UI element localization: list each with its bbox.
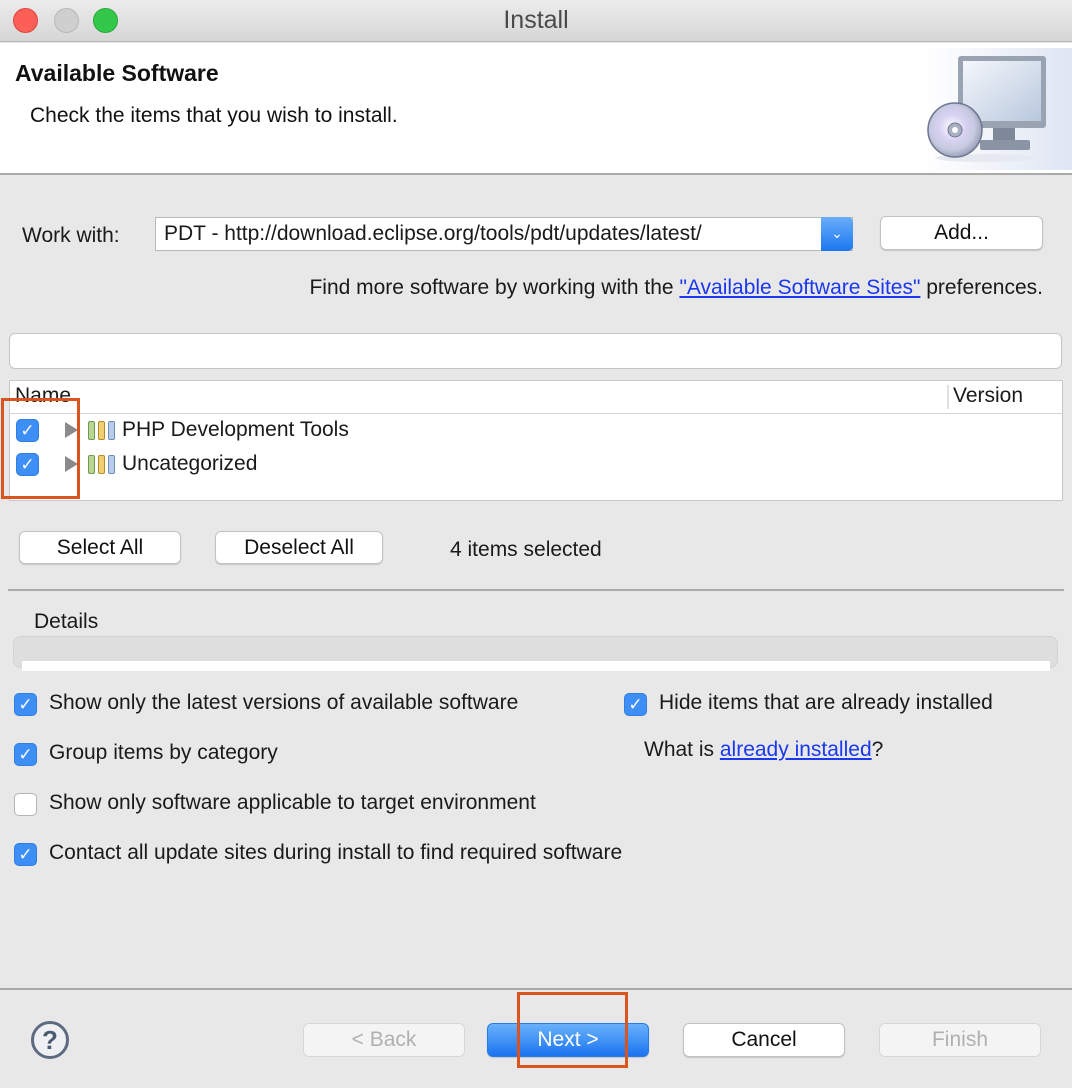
tree-row[interactable]: ✓ Uncategorized <box>10 448 1062 482</box>
expand-arrow-icon[interactable] <box>65 422 78 438</box>
details-label: Details <box>34 610 99 633</box>
window-title: Install <box>503 6 569 34</box>
option-label[interactable]: Show only software applicable to target … <box>49 791 536 815</box>
work-with-dropdown-button[interactable]: ⌄ <box>821 217 853 251</box>
select-all-button[interactable]: Select All <box>19 531 181 564</box>
find-more-prefix: Find more software by working with the <box>309 276 680 299</box>
chevron-down-icon: ⌄ <box>831 225 843 241</box>
page-title: Available Software <box>15 60 219 86</box>
selected-count: 4 items selected <box>450 538 602 561</box>
category-icon <box>88 455 118 475</box>
deselect-all-button[interactable]: Deselect All <box>215 531 383 564</box>
title-bar: Install <box>0 0 1072 42</box>
work-with-label: Work with: <box>22 224 120 247</box>
tree-row[interactable]: ✓ PHP Development Tools <box>10 414 1062 448</box>
expand-arrow-icon[interactable] <box>65 456 78 472</box>
checkmark-icon: ✓ <box>18 845 33 864</box>
details-content <box>22 661 1050 671</box>
row-name: Uncategorized <box>122 452 258 475</box>
checkmark-icon: ✓ <box>628 695 643 714</box>
checkmark-icon: ✓ <box>20 421 35 440</box>
checkbox[interactable]: ✓ <box>14 693 37 716</box>
page-description: Check the items that you wish to install… <box>30 104 398 127</box>
option-label[interactable]: Contact all update sites during install … <box>49 841 622 865</box>
category-icon <box>88 421 118 441</box>
cancel-button[interactable]: Cancel <box>683 1023 845 1057</box>
already-installed-link[interactable]: already installed <box>720 738 872 761</box>
find-more-suffix: preferences. <box>920 276 1043 299</box>
add-site-button[interactable]: Add... <box>880 216 1043 250</box>
what-is-installed-text: What is already installed? <box>644 738 883 762</box>
help-icon[interactable]: ? <box>31 1021 69 1059</box>
what-is-suffix: ? <box>871 738 884 761</box>
row-checkbox[interactable]: ✓ <box>16 453 39 476</box>
install-computer-cd-icon <box>925 48 1072 170</box>
checkbox[interactable] <box>14 793 37 816</box>
divider <box>8 589 1064 591</box>
work-with-value[interactable]: PDT - http://download.eclipse.org/tools/… <box>164 222 702 246</box>
row-name: PHP Development Tools <box>122 418 349 441</box>
available-software-sites-link[interactable]: "Available Software Sites" <box>679 276 920 299</box>
back-button[interactable]: < Back <box>303 1023 465 1057</box>
tree-header: Name Version <box>10 381 1062 414</box>
what-is-prefix: What is <box>644 738 720 761</box>
checkbox[interactable]: ✓ <box>14 743 37 766</box>
option-label[interactable]: Group items by category <box>49 741 278 765</box>
row-checkbox[interactable]: ✓ <box>16 419 39 442</box>
find-more-text: Find more software by working with the "… <box>309 276 1043 300</box>
work-with-combobox[interactable]: PDT - http://download.eclipse.org/tools/… <box>155 217 853 251</box>
filter-input[interactable] <box>9 333 1062 369</box>
next-button[interactable]: Next > <box>487 1023 649 1057</box>
checkmark-icon: ✓ <box>18 695 33 714</box>
software-tree: Name Version ✓ PHP Development Tools ✓ U… <box>9 380 1063 501</box>
wizard-header: Available Software Check the items that … <box>0 43 1072 175</box>
checkmark-icon: ✓ <box>20 455 35 474</box>
column-separator[interactable] <box>947 385 949 409</box>
footer-divider <box>0 988 1072 990</box>
option-label[interactable]: Hide items that are already installed <box>659 691 993 715</box>
column-header-name[interactable]: Name <box>15 384 71 408</box>
column-header-version[interactable]: Version <box>953 384 1023 408</box>
finish-button[interactable]: Finish <box>879 1023 1041 1057</box>
checkmark-icon: ✓ <box>18 745 33 764</box>
checkbox[interactable]: ✓ <box>624 693 647 716</box>
option-label[interactable]: Show only the latest versions of availab… <box>49 691 518 715</box>
checkbox[interactable]: ✓ <box>14 843 37 866</box>
